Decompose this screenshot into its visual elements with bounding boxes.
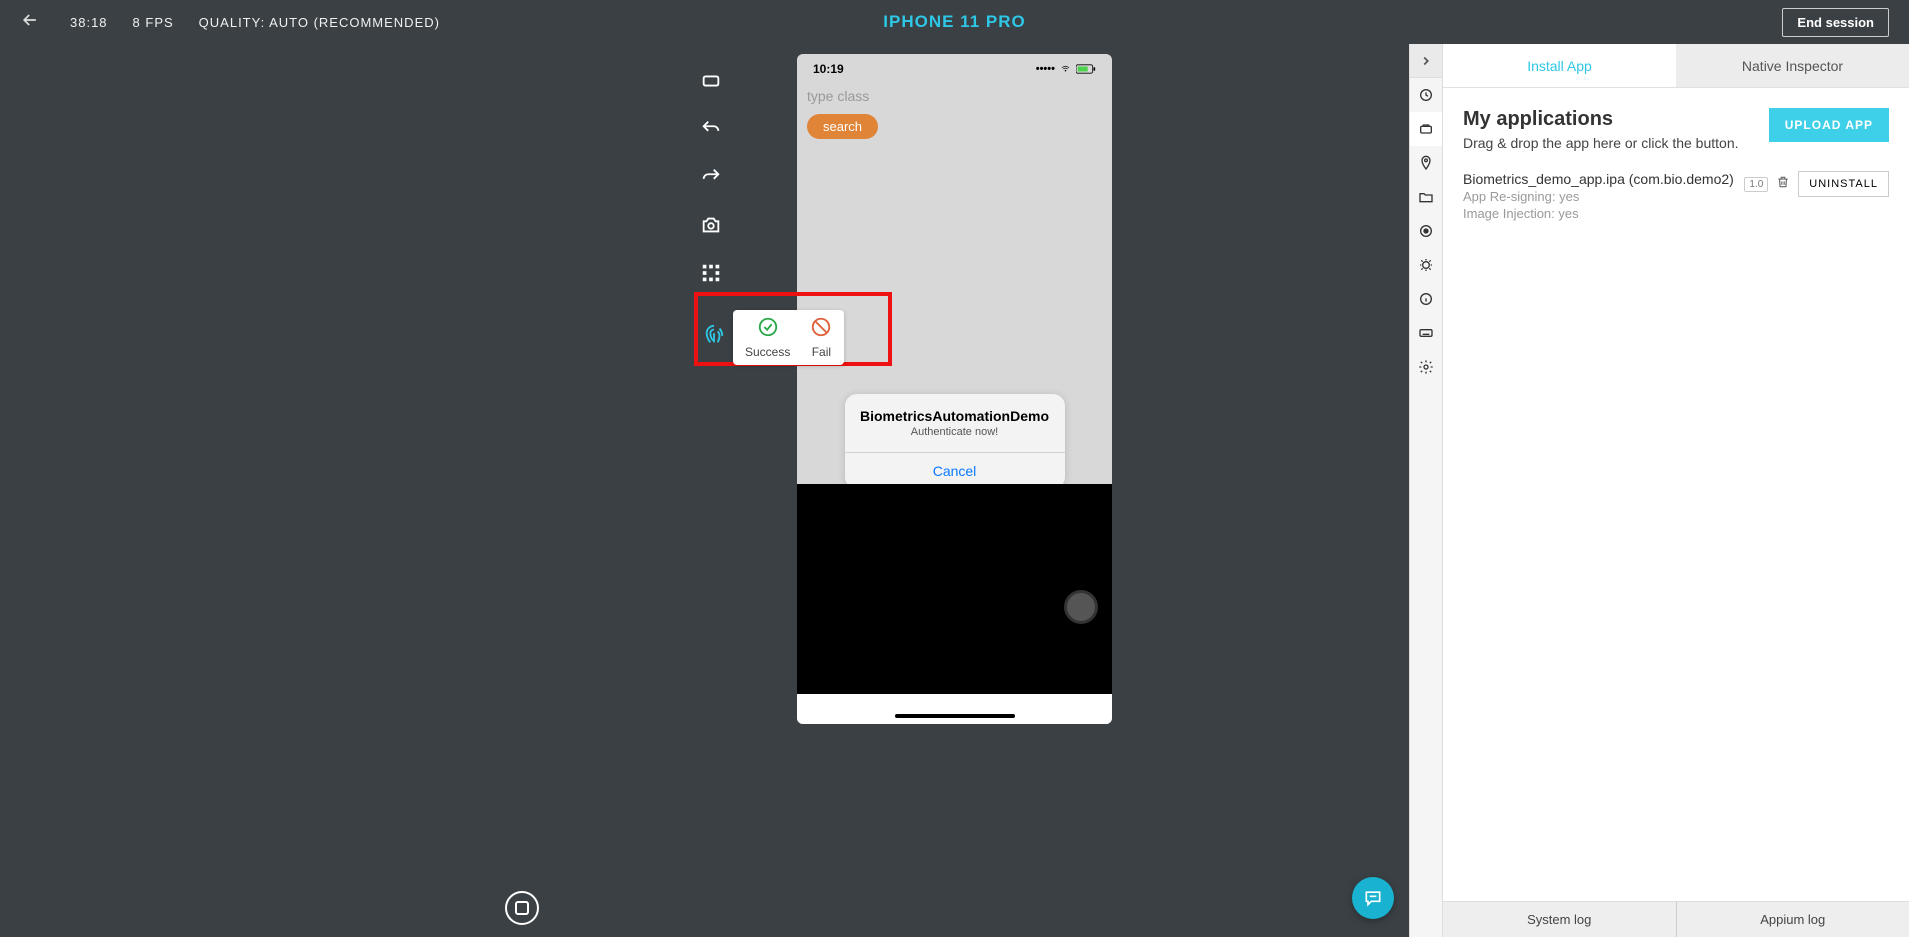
fingerprint-icon[interactable]	[703, 324, 725, 351]
top-bar: 38:18 8 FPS QUALITY: AUTO (RECOMMENDED) …	[0, 0, 1909, 44]
end-session-button[interactable]: End session	[1782, 8, 1889, 37]
rail-location-icon[interactable]	[1410, 146, 1442, 180]
log-tabs: System log Appium log	[1443, 901, 1909, 937]
device-home-area	[797, 694, 1112, 724]
type-class-input[interactable]: type class	[797, 84, 1112, 108]
tab-appium-log[interactable]: Appium log	[1677, 902, 1909, 937]
redo-icon[interactable]	[700, 166, 722, 188]
session-timer: 38:18	[70, 15, 108, 30]
undo-icon[interactable]	[700, 118, 722, 140]
device-status-icons: •••••	[1036, 63, 1096, 75]
home-indicator[interactable]	[895, 714, 1015, 718]
biometric-popup: Success Fail	[703, 310, 844, 365]
side-rail	[1409, 44, 1443, 937]
apps-subtitle: Drag & drop the app here or click the bu…	[1463, 135, 1739, 151]
app-resigning: App Re-signing: yes	[1463, 189, 1734, 204]
tab-native-inspector[interactable]: Native Inspector	[1676, 44, 1909, 87]
biometric-fail-label: Fail	[810, 345, 832, 359]
rail-files-icon[interactable]	[1410, 180, 1442, 214]
collapse-panel-button[interactable]	[1410, 44, 1442, 78]
auth-alert-dialog: BiometricsAutomationDemo Authenticate no…	[845, 394, 1065, 489]
alert-title: BiometricsAutomationDemo	[845, 394, 1065, 426]
biometric-success-label: Success	[745, 345, 790, 359]
app-image-injection: Image Injection: yes	[1463, 206, 1734, 221]
upload-app-button[interactable]: UPLOAD APP	[1769, 108, 1889, 142]
tab-install-app[interactable]: Install App	[1443, 44, 1676, 87]
rail-settings-icon[interactable]	[1410, 350, 1442, 384]
app-filename: Biometrics_demo_app.ipa (com.bio.demo2)	[1463, 171, 1734, 187]
signal-icon: •••••	[1036, 63, 1055, 75]
rail-bug-icon[interactable]	[1410, 248, 1442, 282]
device-status-bar: 10:19 •••••	[797, 54, 1112, 84]
app-version-badge: 1.0	[1744, 177, 1768, 192]
assistive-touch-icon[interactable]	[1064, 590, 1098, 624]
search-button[interactable]: search	[807, 114, 878, 139]
battery-icon	[1076, 64, 1096, 74]
device-bottom-area	[797, 484, 1112, 694]
device-frame[interactable]: 10:19 ••••• type class search Biometrics…	[797, 54, 1112, 724]
apps-title: My applications	[1463, 108, 1739, 131]
quality-indicator: QUALITY: AUTO (RECOMMENDED)	[199, 15, 440, 30]
uninstall-button[interactable]: UNINSTALL	[1798, 171, 1889, 197]
home-button[interactable]	[505, 891, 539, 925]
chat-fab[interactable]	[1352, 877, 1394, 919]
delete-app-icon[interactable]	[1776, 175, 1790, 194]
camera-icon[interactable]	[700, 214, 722, 236]
session-meta: 38:18 8 FPS QUALITY: AUTO (RECOMMENDED)	[70, 15, 440, 30]
device-clock: 10:19	[813, 62, 844, 76]
rail-clock-icon[interactable]	[1410, 78, 1442, 112]
rail-keyboard-icon[interactable]	[1410, 316, 1442, 350]
panel-tabs: Install App Native Inspector	[1443, 44, 1909, 88]
tab-system-log[interactable]: System log	[1443, 902, 1676, 937]
fps-indicator: 8 FPS	[133, 15, 174, 30]
biometric-fail-button[interactable]: Fail	[810, 316, 832, 359]
right-panel: Install App Native Inspector My applicat…	[1443, 44, 1909, 937]
device-title: IPHONE 11 PRO	[883, 12, 1025, 32]
rotate-icon[interactable]	[700, 70, 722, 92]
app-item: Biometrics_demo_app.ipa (com.bio.demo2) …	[1463, 171, 1889, 221]
rail-info-icon[interactable]	[1410, 282, 1442, 316]
device-toolbar	[700, 70, 722, 284]
biometric-success-button[interactable]: Success	[745, 316, 790, 359]
alert-message: Authenticate now!	[845, 426, 1065, 452]
qr-icon[interactable]	[700, 262, 722, 284]
rail-apps-icon[interactable]	[1410, 112, 1442, 146]
rail-record-icon[interactable]	[1410, 214, 1442, 248]
back-arrow-icon[interactable]	[20, 10, 40, 35]
panel-body: My applications Drag & drop the app here…	[1443, 88, 1909, 901]
wifi-icon	[1059, 64, 1072, 74]
